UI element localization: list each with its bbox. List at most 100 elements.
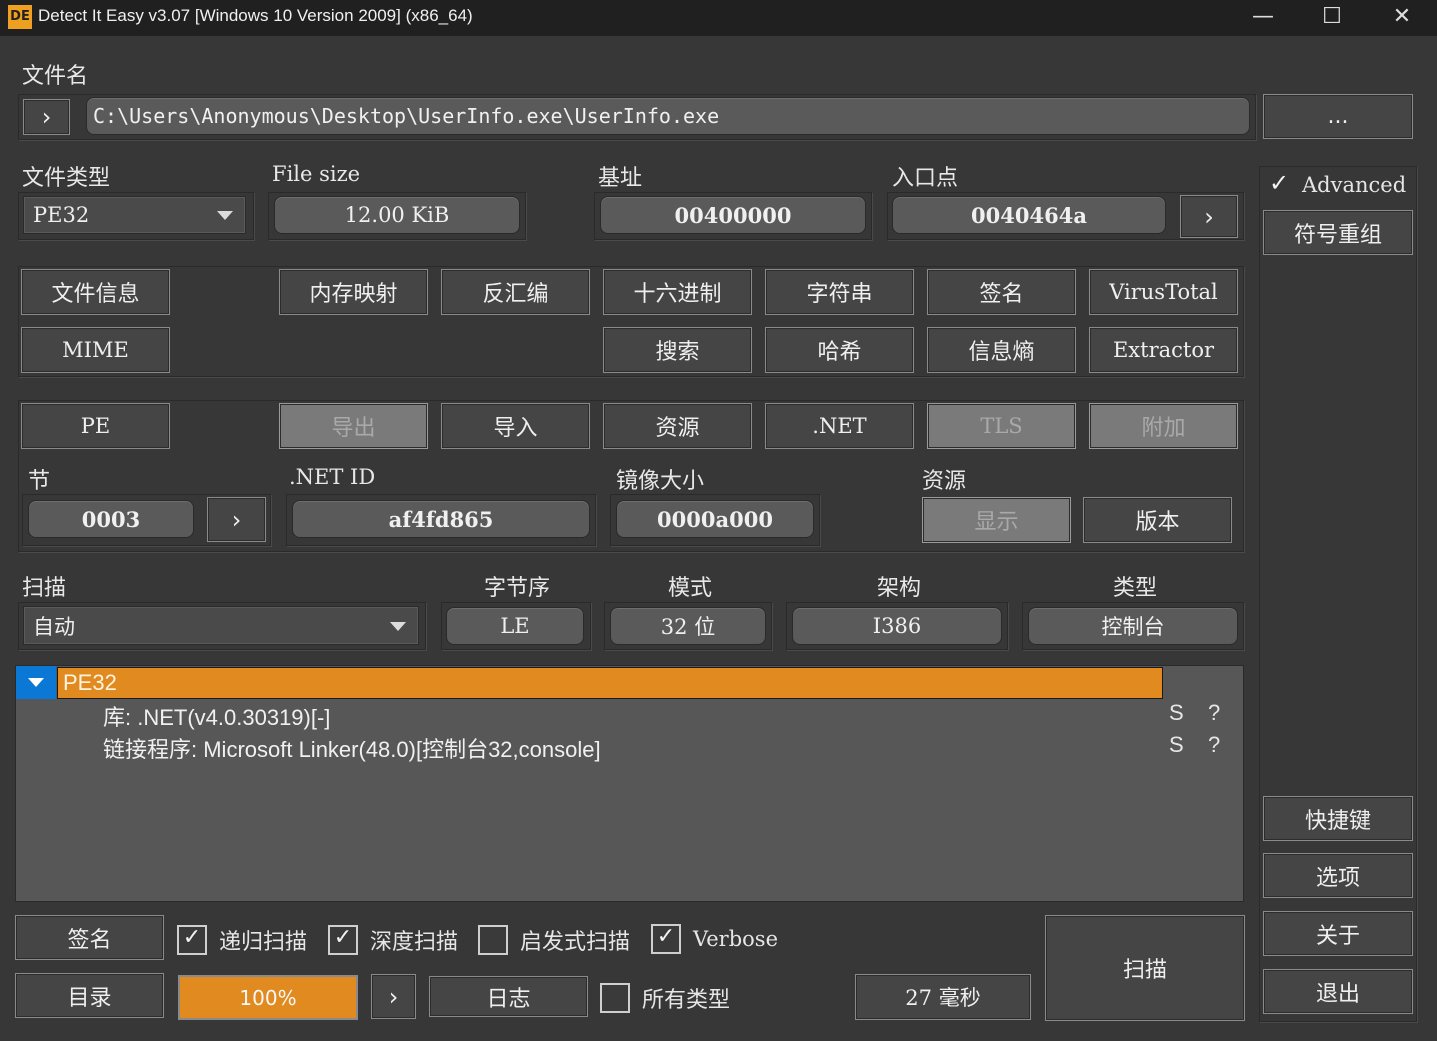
- symbols-button[interactable]: 符号重组: [1263, 210, 1413, 255]
- all-types-checkbox[interactable]: 所有类型: [600, 982, 730, 1014]
- directory-button[interactable]: 目录: [15, 973, 164, 1018]
- arch-value: I386: [792, 607, 1002, 645]
- signatures-bottom-button[interactable]: 签名: [15, 915, 164, 960]
- file-type-label: 文件类型: [22, 166, 111, 191]
- search-button[interactable]: 搜索: [603, 327, 752, 373]
- minimize-icon[interactable]: —: [1228, 0, 1298, 36]
- image-size-value[interactable]: 0000a000: [616, 500, 814, 538]
- memory-map-button[interactable]: 内存映射: [279, 269, 428, 315]
- scan-mode-value: 自动: [33, 614, 75, 639]
- endian-value: LE: [446, 607, 584, 645]
- tls-button[interactable]: TLS: [927, 403, 1076, 449]
- log-button[interactable]: 日志: [429, 976, 588, 1017]
- tree-root-pe32[interactable]: PE32: [57, 667, 1163, 699]
- result-library[interactable]: 库: .NET(v4.0.30319)[-]: [103, 700, 330, 732]
- image-size-label: 镜像大小: [616, 469, 705, 494]
- hex-button[interactable]: 十六进制: [603, 269, 752, 315]
- file-path-input[interactable]: C:\Users\Anonymous\Desktop\UserInfo.exe\…: [86, 97, 1250, 135]
- imports-button[interactable]: 导入: [441, 403, 590, 449]
- exports-button[interactable]: 导出: [279, 403, 428, 449]
- check-icon: ✓: [177, 925, 207, 955]
- file-info-button[interactable]: 文件信息: [21, 269, 170, 315]
- type-value: 控制台: [1028, 607, 1238, 645]
- all-types-label: 所有类型: [642, 988, 731, 1013]
- netid-value[interactable]: af4fd865: [292, 500, 590, 538]
- checkbox-empty-icon: [478, 925, 508, 955]
- virustotal-button[interactable]: VirusTotal: [1089, 269, 1238, 315]
- arch-label: 架构: [877, 576, 922, 601]
- result-library-info[interactable]: ?: [1208, 700, 1220, 726]
- shortcuts-button[interactable]: 快捷键: [1263, 796, 1413, 841]
- sections-value[interactable]: 0003: [28, 500, 194, 538]
- progress-next-button[interactable]: ›: [371, 974, 416, 1019]
- res-version-button[interactable]: 版本: [1083, 497, 1232, 543]
- verbose-label: Verbose: [693, 927, 778, 951]
- check-icon: ✓: [328, 925, 358, 955]
- base-address-label: 基址: [598, 166, 643, 191]
- check-icon: ✓: [651, 924, 681, 954]
- checkbox-empty-icon: [600, 983, 630, 1013]
- mode-label: 模式: [668, 576, 713, 601]
- entropy-button[interactable]: 信息熵: [927, 327, 1076, 373]
- scan-label: 扫描: [22, 576, 67, 601]
- advanced-checkbox[interactable]: ✓ Advanced: [1266, 169, 1407, 198]
- recursive-label: 递归扫描: [219, 930, 308, 955]
- maximize-icon[interactable]: ☐: [1297, 0, 1367, 36]
- file-type-select[interactable]: PE32: [23, 196, 246, 234]
- close-icon[interactable]: ✕: [1367, 0, 1437, 36]
- result-library-signature[interactable]: S: [1169, 700, 1184, 726]
- file-go-button[interactable]: ›: [23, 99, 70, 135]
- resources-button[interactable]: 资源: [603, 403, 752, 449]
- entry-go-button[interactable]: ›: [1180, 195, 1238, 238]
- chevron-down-icon: [217, 211, 233, 220]
- options-button[interactable]: 选项: [1263, 853, 1413, 898]
- base-address-value[interactable]: 00400000: [600, 196, 866, 234]
- result-linker-signature[interactable]: S: [1169, 732, 1184, 758]
- netid-label: .NET ID: [289, 465, 376, 489]
- overlay-button[interactable]: 附加: [1089, 403, 1238, 449]
- result-linker-info[interactable]: ?: [1208, 732, 1220, 758]
- verbose-checkbox[interactable]: ✓ Verbose: [651, 924, 778, 954]
- about-button[interactable]: 关于: [1263, 911, 1413, 956]
- signatures-button[interactable]: 签名: [927, 269, 1076, 315]
- deep-checkbox[interactable]: ✓ 深度扫描: [328, 924, 458, 956]
- dotnet-button[interactable]: .NET: [765, 403, 914, 449]
- progress-text: 100%: [239, 985, 297, 1010]
- res-label: 资源: [922, 469, 967, 494]
- file-type-value: PE32: [33, 203, 90, 227]
- sections-go-button[interactable]: ›: [207, 497, 266, 542]
- progress-bar: 100%: [178, 975, 358, 1020]
- window-title: Detect It Easy v3.07 [Windows 10 Version…: [38, 6, 473, 25]
- file-size-label: File size: [272, 162, 361, 186]
- check-icon: ✓: [1268, 169, 1290, 197]
- deep-label: 深度扫描: [370, 930, 459, 955]
- scan-button[interactable]: 扫描: [1045, 915, 1245, 1021]
- advanced-label: Advanced: [1302, 173, 1407, 197]
- type-label: 类型: [1113, 576, 1158, 601]
- chevron-down-icon: [28, 678, 44, 687]
- file-name-label: 文件名: [22, 64, 89, 89]
- heuristic-checkbox[interactable]: 启发式扫描: [478, 924, 630, 956]
- extractor-button[interactable]: Extractor: [1089, 327, 1238, 373]
- entry-point-label: 入口点: [892, 166, 959, 191]
- browse-button[interactable]: ...: [1263, 94, 1413, 139]
- chevron-down-icon: [390, 621, 406, 631]
- endian-label: 字节序: [484, 576, 551, 601]
- scan-time-display: 27 毫秒: [855, 974, 1031, 1020]
- sections-label: 节: [28, 469, 51, 494]
- result-linker[interactable]: 链接程序: Microsoft Linker(48.0)[控制台32,conso…: [103, 732, 601, 764]
- hash-button[interactable]: 哈希: [765, 327, 914, 373]
- scan-mode-select[interactable]: 自动: [23, 606, 419, 645]
- recursive-checkbox[interactable]: ✓ 递归扫描: [177, 924, 307, 956]
- exit-button[interactable]: 退出: [1263, 969, 1413, 1014]
- entry-point-value[interactable]: 0040464a: [892, 196, 1166, 234]
- res-show-button[interactable]: 显示: [922, 497, 1071, 543]
- pe-button[interactable]: PE: [21, 403, 170, 449]
- strings-button[interactable]: 字符串: [765, 269, 914, 315]
- heuristic-label: 启发式扫描: [520, 930, 631, 955]
- app-logo-icon: DE: [8, 5, 32, 29]
- file-size-value: 12.00 KiB: [274, 196, 520, 234]
- disasm-button[interactable]: 反汇编: [441, 269, 590, 315]
- tree-expander[interactable]: [16, 666, 56, 699]
- mime-button[interactable]: MIME: [21, 327, 170, 373]
